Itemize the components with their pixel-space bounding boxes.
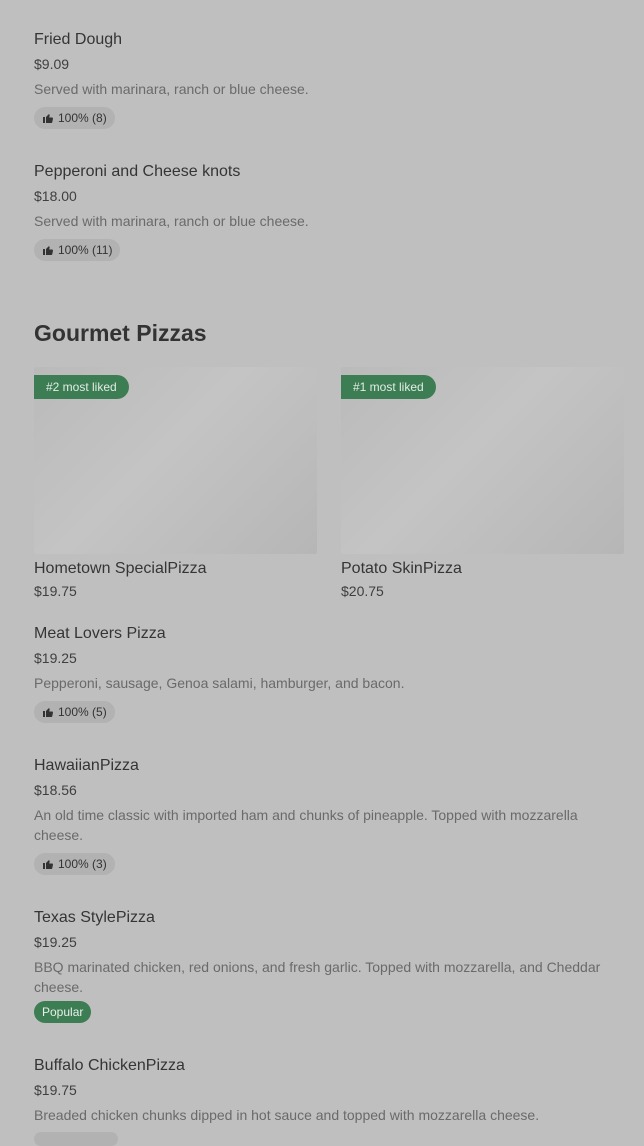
item-price: $19.75 (34, 1082, 77, 1098)
item-name: Buffalo ChickenPizza (34, 1057, 185, 1074)
menu-item-texas-style[interactable]: Texas StylePizza $19.25 BBQ marinated ch… (34, 908, 624, 1023)
item-name: Fried Dough (34, 31, 123, 48)
card-image: #1 most liked (341, 367, 624, 554)
item-name: Texas StylePizza (34, 909, 155, 926)
menu-item-hawaiian[interactable]: HawaiianPizza $18.56 An old time classic… (34, 756, 624, 875)
menu-item-meat-lovers[interactable]: Meat Lovers Pizza $19.25 Pepperoni, saus… (34, 624, 624, 723)
rating-text: 100% (3) (58, 857, 107, 871)
item-description: Breaded chicken chunks dipped in hot sau… (34, 1107, 540, 1123)
item-description: An old time classic with imported ham an… (34, 807, 578, 843)
item-name: HawaiianPizza (34, 757, 139, 774)
rating-pill-partial (34, 1132, 118, 1146)
thumbs-up-icon (43, 246, 53, 256)
item-price: $18.56 (34, 782, 77, 798)
item-description: Pepperoni, sausage, Genoa salami, hambur… (34, 675, 405, 691)
rating-pill: 100% (5) (34, 701, 115, 723)
most-liked-badge: #1 most liked (341, 375, 436, 399)
item-price: $19.25 (34, 934, 77, 950)
card-price: $19.75 (34, 583, 77, 599)
rating-text: 100% (11) (58, 243, 113, 257)
item-description: Served with marinara, ranch or blue chee… (34, 213, 309, 229)
card-price: $20.75 (341, 583, 384, 599)
featured-card-potato-skin[interactable]: #1 most liked Potato SkinPizza $20.75 (341, 367, 624, 600)
menu-item-buffalo-chicken[interactable]: Buffalo ChickenPizza $19.75 Breaded chic… (34, 1056, 624, 1125)
rating-text: 100% (5) (58, 705, 107, 719)
rating-text: 100% (8) (58, 111, 107, 125)
popular-badge: Popular (34, 1001, 92, 1023)
card-name: Potato SkinPizza (341, 560, 462, 577)
rating-pill: 100% (11) (34, 239, 121, 261)
thumbs-up-icon (43, 114, 53, 124)
most-liked-badge: #2 most liked (34, 375, 129, 399)
item-price: $19.25 (34, 650, 77, 666)
card-image: #2 most liked (34, 367, 317, 554)
item-name: Meat Lovers Pizza (34, 625, 166, 642)
item-description: Served with marinara, ranch or blue chee… (34, 81, 309, 97)
featured-card-hometown[interactable]: #2 most liked Hometown SpecialPizza $19.… (34, 367, 317, 600)
menu-item-fried-dough[interactable]: Fried Dough $9.09 Served with marinara, … (34, 30, 624, 129)
item-price: $18.00 (34, 188, 77, 204)
item-name: Pepperoni and Cheese knots (34, 163, 241, 180)
rating-pill: 100% (3) (34, 853, 115, 875)
thumbs-up-icon (43, 708, 53, 718)
item-description: BBQ marinated chicken, red onions, and f… (34, 959, 601, 995)
thumbs-up-icon (43, 860, 53, 870)
menu-item-pepperoni-knots[interactable]: Pepperoni and Cheese knots $18.00 Served… (34, 162, 624, 261)
card-name: Hometown SpecialPizza (34, 560, 207, 577)
item-price: $9.09 (34, 56, 70, 72)
rating-pill: 100% (8) (34, 107, 115, 129)
section-title: Gourmet Pizzas (34, 320, 207, 346)
